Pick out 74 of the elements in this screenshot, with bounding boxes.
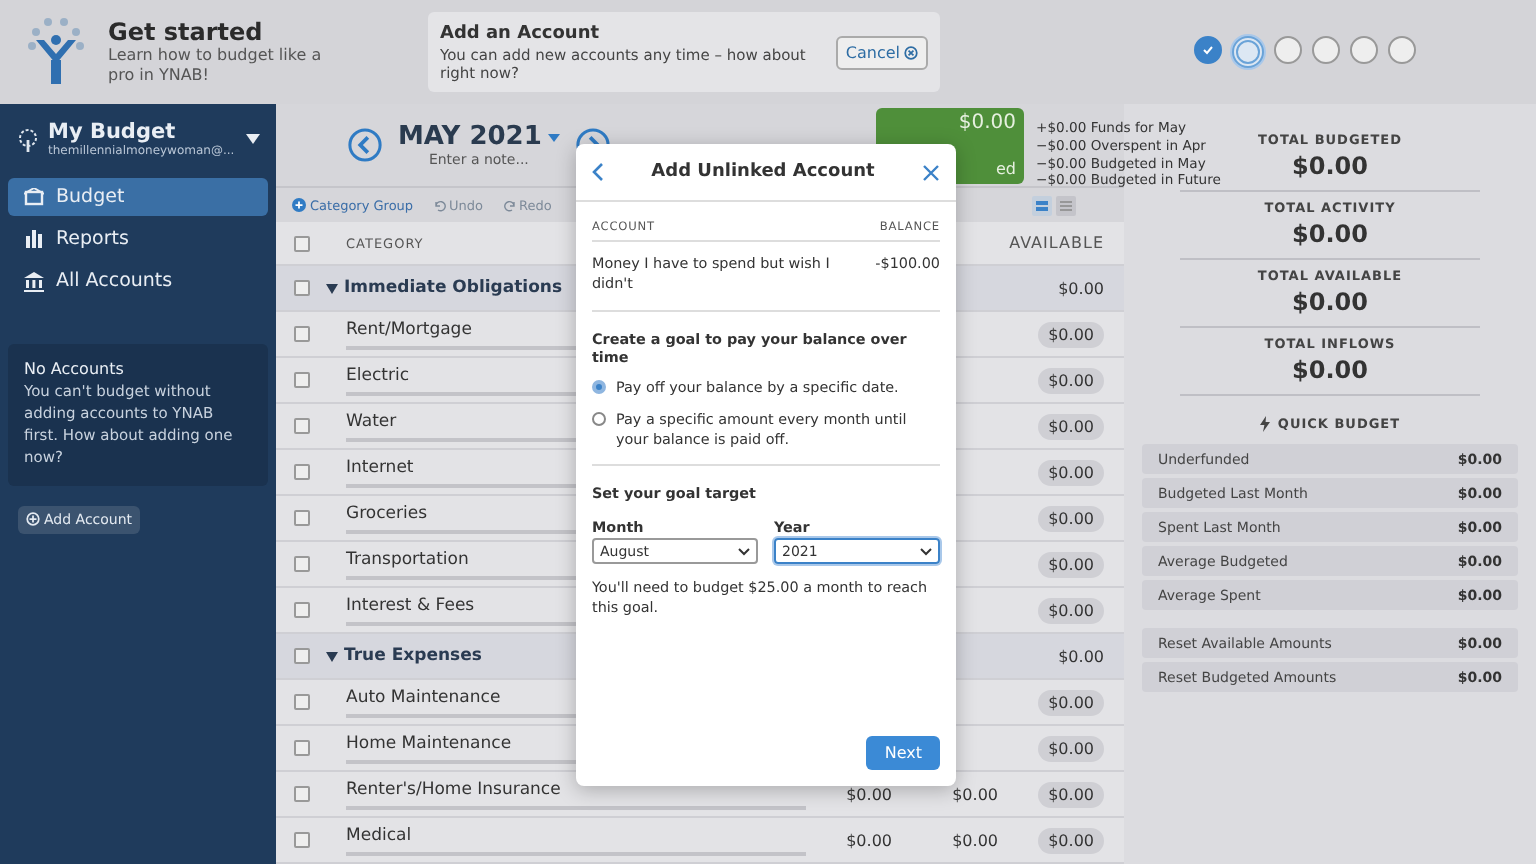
undo-icon [433, 199, 446, 212]
nav-item[interactable]: All Accounts [8, 262, 268, 300]
available-pill: $0.00 [1038, 597, 1104, 623]
compact-view-icon[interactable] [1056, 195, 1076, 216]
bank-icon [24, 271, 44, 291]
available-pill: $0.00 [1038, 413, 1104, 439]
dialog-title: Add Unlinked Account [651, 162, 875, 182]
back-icon[interactable] [592, 162, 604, 182]
redo-icon [503, 199, 516, 212]
checkbox[interactable] [294, 694, 310, 710]
close-icon[interactable] [921, 163, 940, 181]
total-value: $0.00 [1292, 288, 1368, 316]
budgeted-amount[interactable]: $0.00 [846, 831, 892, 849]
category-group-name[interactable]: Immediate Obligations [344, 278, 563, 298]
checkbox[interactable] [294, 464, 310, 480]
checkbox[interactable] [294, 786, 310, 802]
available-pill: $0.00 [1038, 321, 1104, 347]
available-pill: $0.00 [1038, 505, 1104, 531]
chevron-down-icon [920, 547, 932, 556]
budgeted-amount[interactable]: $0.00 [846, 785, 892, 803]
notice-title: No Accounts [24, 360, 126, 378]
bank-card-icon [24, 188, 44, 206]
activity-amount: $0.00 [952, 831, 998, 849]
month-label[interactable]: MAY 2021 [398, 122, 560, 153]
available-pill: $0.00 [1038, 781, 1104, 807]
checkbox[interactable] [294, 510, 310, 526]
checkbox[interactable] [294, 832, 310, 848]
chevron-down-icon [738, 547, 750, 556]
budget-name[interactable]: My Budget [48, 120, 238, 144]
total-value: $0.00 [1292, 152, 1368, 180]
available-pill: $0.00 [1038, 551, 1104, 577]
plus-circle-icon [292, 198, 306, 213]
checkbox[interactable] [294, 326, 310, 342]
onboarding-title: Get started [108, 17, 265, 46]
close-circle-icon [904, 45, 918, 59]
previous-month-icon[interactable] [348, 128, 382, 163]
checkbox[interactable] [294, 602, 310, 618]
nav-item[interactable]: Reports [8, 220, 268, 258]
expand-triangle-icon[interactable] [326, 651, 338, 661]
available-pill: $0.00 [1038, 459, 1104, 485]
caret-icon[interactable] [246, 134, 260, 144]
available-pill: $0.00 [1038, 827, 1104, 853]
lightning-icon [1259, 416, 1270, 432]
checkbox[interactable] [294, 418, 310, 434]
available-pill: $0.00 [1038, 367, 1104, 393]
available-amount: $0.00 [1058, 647, 1104, 665]
expand-triangle-icon[interactable] [326, 283, 338, 293]
onboarding-subtitle: Learn how to budget like a pro in YNAB! [108, 45, 324, 87]
card-title: Add an Account [440, 23, 602, 43]
expanded-view-icon[interactable] [1032, 195, 1052, 216]
checkbox[interactable] [294, 740, 310, 756]
radio-button[interactable] [592, 411, 606, 426]
bar-chart-icon [24, 230, 44, 248]
activity-amount: $0.00 [952, 785, 998, 803]
available-amount: $0.00 [1058, 279, 1104, 297]
category-group-name[interactable]: True Expenses [344, 646, 482, 666]
checkbox[interactable] [294, 556, 310, 572]
cancel-button[interactable]: Cancel [835, 35, 928, 69]
category-name[interactable]: Medical [346, 825, 806, 845]
available-pill: $0.00 [1038, 735, 1104, 761]
available-pill: $0.00 [1038, 689, 1104, 715]
radio-button[interactable] [592, 380, 606, 395]
nav-item[interactable]: Budget [8, 178, 268, 216]
checkbox[interactable] [294, 235, 310, 251]
category-name[interactable]: Renter's/Home Insurance [346, 779, 806, 799]
checkbox[interactable] [294, 280, 310, 296]
next-button[interactable]: Next [866, 736, 940, 770]
tree-icon [16, 127, 40, 151]
checkbox[interactable] [294, 648, 310, 664]
column-header: AVAILABLE [1007, 234, 1106, 252]
total-value: $0.00 [1292, 220, 1368, 248]
total-value: $0.00 [1292, 356, 1368, 384]
plus-circle-icon [26, 512, 40, 526]
checkbox[interactable] [294, 372, 310, 388]
